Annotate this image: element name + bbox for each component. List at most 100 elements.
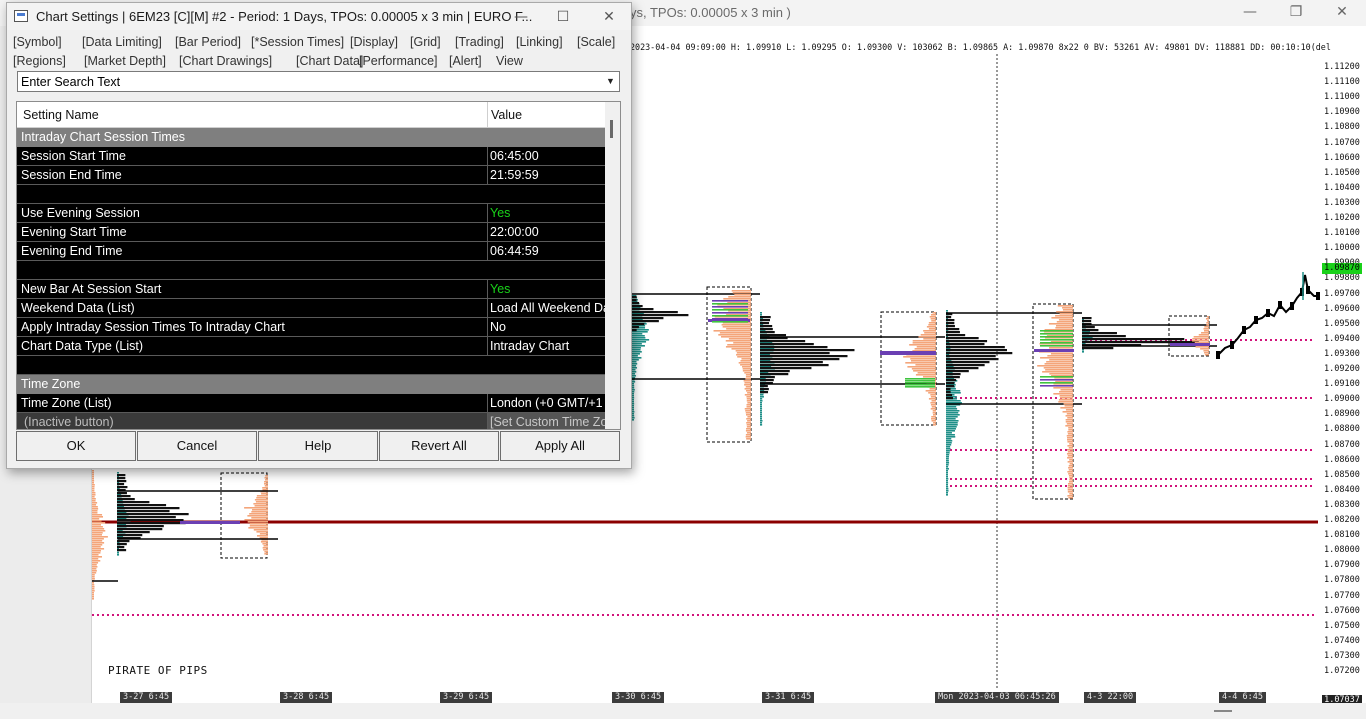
chart-settings-dialog: Chart Settings | 6EM23 [C][M] #2 - Perio… [6,2,632,469]
profile-bar [92,548,105,550]
profile-bar [946,428,956,430]
setting-value[interactable]: Yes [490,206,605,220]
search-combobox[interactable]: ▼ [17,71,620,92]
profile-bar [728,296,751,298]
profile-bar [632,302,640,305]
profile-bar [632,387,635,389]
profile-bar [727,344,751,346]
tab-scale[interactable]: [Scale] [577,35,615,49]
setting-value[interactable]: Yes [490,282,605,296]
column-divider[interactable] [487,102,488,128]
profile-bar [930,404,936,406]
setting-row[interactable]: Session End Time 21:59:59 [17,166,605,185]
profile-bar [946,486,949,488]
tab-symbol[interactable]: [Symbol] [13,35,62,49]
setting-value[interactable]: London (+0 GMT/+1 BST) [490,396,605,410]
setting-row[interactable]: Apply Intraday Session Times To Intraday… [17,318,605,337]
grid-scrollbar-thumb[interactable] [610,120,613,138]
horizontal-scrollbar[interactable] [0,703,1366,719]
time-axis[interactable]: 3-27 6:45 3-28 6:45 3-29 6:45 3-30 6:45 3-31… [92,689,1320,703]
profile-bar [632,415,635,417]
profile-bar [928,392,936,394]
profile-bar [632,296,637,299]
profile-bar [1040,357,1073,359]
tab-chart-drawings[interactable]: [Chart Drawings] [179,54,272,68]
restore-icon[interactable]: ❐ [1276,2,1316,22]
dialog-title-bar[interactable]: Chart Settings | 6EM23 [C][M] #2 - Perio… [7,3,631,30]
grid-scrollbar[interactable] [605,102,620,429]
setting-row[interactable]: Weekend Data (List) Load All Weekend Data [17,299,605,318]
profile-bar [718,334,751,336]
minimize-icon[interactable]: — [1230,2,1270,22]
tab-bar-period[interactable]: [Bar Period] [175,35,241,49]
tab-grid[interactable]: [Grid] [410,35,441,49]
apply-all-button[interactable]: Apply All [500,431,620,461]
setting-row[interactable]: Session Start Time 06:45:00 [17,147,605,166]
profile-bar [760,364,829,367]
section-header[interactable]: Intraday Chart Session Times [17,128,605,147]
tab-chart-data[interactable]: [Chart Data] [296,54,363,68]
set-custom-time-zone-button[interactable]: [Set Custom Time Zone] [488,413,605,429]
close-icon[interactable]: ✕ [1322,2,1362,22]
tab-performance[interactable]: [Performance] [359,54,438,68]
price-tick-label: 1.10700 [1324,137,1360,148]
setting-value[interactable]: No [490,320,605,334]
revert-all-button[interactable]: Revert All [379,431,499,461]
profile-bar [92,484,95,486]
profile-bar [1046,361,1073,363]
profile-bar [117,483,125,486]
profile-bar [946,322,955,325]
tab-data-limiting[interactable]: [Data Limiting] [82,35,162,49]
tab-linking[interactable]: [Linking] [516,35,563,49]
setting-row[interactable]: (Inactive button) [Set Custom Time Zone] [17,413,605,429]
maximize-icon[interactable]: ☐ [545,6,581,28]
tab-alert[interactable]: [Alert] [449,54,482,68]
price-tick-label: 1.10000 [1324,243,1360,254]
tab-market-depth[interactable]: [Market Depth] [84,54,166,68]
setting-row[interactable]: Use Evening Session Yes [17,204,605,223]
tab-trading[interactable]: [Trading] [455,35,504,49]
setting-row[interactable]: Time Zone (List) London (+0 GMT/+1 BST) [17,394,605,413]
cell-divider [487,166,488,185]
ok-button[interactable]: OK [16,431,136,461]
setting-row[interactable]: Evening Start Time 22:00:00 [17,223,605,242]
candle [1230,341,1234,349]
profile-bar [117,486,128,489]
setting-value[interactable]: Load All Weekend Data [490,301,605,315]
price-tick-label: 1.10600 [1324,152,1360,163]
tab-view[interactable]: View [496,54,523,68]
search-input[interactable] [21,73,601,90]
setting-row[interactable]: New Bar At Session Start Yes [17,280,605,299]
column-header-value[interactable]: Value [491,108,522,122]
setting-value[interactable]: 22:00:00 [490,225,605,239]
profile-bar [946,364,985,367]
price-tick-label: 1.10800 [1324,122,1360,133]
profile-bar [632,411,635,413]
setting-row[interactable]: Chart Data Type (List) Intraday Chart [17,337,605,356]
scrollbar-thumb[interactable] [1214,710,1232,712]
price-axis[interactable]: 1.11200 1.11100 1.11000 1.10900 1.10800 1.107… [1320,54,1366,702]
setting-row[interactable]: Evening End Time 06:44:59 [17,242,605,261]
profile-bar [260,541,268,543]
profile-bar [1055,315,1073,317]
minimize-icon[interactable]: — [503,6,539,28]
close-icon[interactable]: ✕ [591,6,627,28]
profile-bar [721,324,751,326]
setting-value[interactable]: 06:45:00 [490,149,605,163]
section-header[interactable]: Time Zone [17,375,605,394]
tab-display[interactable]: [Display] [350,35,398,49]
help-button[interactable]: Help [258,431,378,461]
cancel-button[interactable]: Cancel [137,431,257,461]
profile-bar [1047,355,1073,357]
setting-value[interactable]: 21:59:59 [490,168,605,182]
tab-session-times[interactable]: [*Session Times] [251,35,344,49]
candle [1306,286,1310,294]
chevron-down-icon[interactable]: ▼ [603,73,618,90]
profile-bar [735,350,751,352]
tab-regions[interactable]: [Regions] [13,54,66,68]
profile-bar [1082,326,1095,329]
profile-bar [632,385,635,387]
column-header-setting-name[interactable]: Setting Name [23,108,99,122]
setting-value[interactable]: Intraday Chart [490,339,605,353]
setting-value[interactable]: 06:44:59 [490,244,605,258]
